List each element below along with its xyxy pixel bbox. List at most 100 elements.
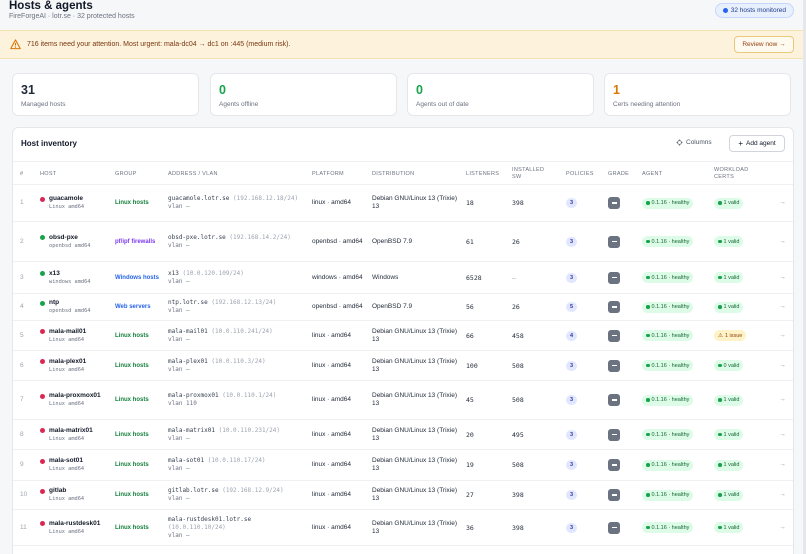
host-name[interactable]: obsd-pxe	[40, 234, 101, 242]
grade-badge[interactable]	[608, 197, 620, 209]
workload-cert-text: 1 valid	[723, 492, 740, 498]
host-cell[interactable]: mala-rustdesk01 Linux amd64	[40, 510, 101, 545]
grade-badge[interactable]	[608, 521, 620, 534]
group-link[interactable]: Linux hosts	[115, 351, 163, 380]
table-row[interactable]: 11 mala-rustdesk01 Linux amd64 Linux hosts m…	[13, 510, 793, 546]
row-open-arrow-icon[interactable]: →	[779, 450, 786, 480]
header-installed-sw[interactable]: Installed SW	[512, 162, 548, 186]
group-link[interactable]: Linux hosts	[115, 450, 163, 480]
table-row[interactable]: 1 guacamole Linux amd64 Linux hosts guacamol…	[13, 185, 793, 222]
row-open-arrow-icon[interactable]: →	[779, 262, 786, 293]
row-open-arrow-icon[interactable]: →	[779, 321, 786, 350]
host-cell[interactable]: obsd-pxe openbsd amd64	[40, 222, 101, 261]
table-row[interactable]: 3 x13 windows amd64 Windows hosts x13 (10.0.…	[13, 262, 793, 294]
group-link[interactable]: Linux hosts	[115, 420, 163, 449]
policies-badge[interactable]: 3	[566, 395, 578, 405]
host-name[interactable]: mala-rustdesk01	[40, 520, 101, 528]
table-row[interactable]: 6 mala-plex01 Linux amd64 Linux hosts mala-p…	[13, 351, 793, 381]
header-distribution[interactable]: Distribution	[372, 162, 414, 186]
row-open-arrow-icon[interactable]: →	[779, 381, 786, 419]
host-name[interactable]: mala-matrix01	[40, 427, 101, 435]
host-name[interactable]: x13	[40, 270, 101, 278]
add-agent-button[interactable]: + Add agent	[729, 135, 785, 152]
table-row[interactable]: 10 gitlab Linux amd64 Linux hosts gitlab.lot…	[13, 481, 793, 510]
grade-badge[interactable]	[608, 301, 620, 313]
row-open-arrow-icon[interactable]: →	[779, 222, 786, 261]
row-open-arrow-icon[interactable]: →	[779, 185, 786, 221]
host-cell[interactable]: mala-plex01 Linux amd64	[40, 351, 101, 380]
host-cell[interactable]: gitlab Linux amd64	[40, 481, 101, 509]
healthy-dot-icon	[646, 305, 650, 309]
columns-button[interactable]: Columns	[676, 139, 712, 146]
policies-badge[interactable]: 3	[566, 522, 578, 533]
row-open-arrow-icon[interactable]: →	[779, 420, 786, 449]
table-row[interactable]: 5 mala-mail01 Linux amd64 Linux hosts mala-m…	[13, 321, 793, 351]
policies-badge[interactable]: 3	[566, 198, 578, 208]
table-row[interactable]: 4 ntp openbsd amd64 Web servers ntp.lotr.se …	[13, 294, 793, 321]
grade-badge[interactable]	[608, 489, 620, 501]
policies-badge[interactable]: 4	[566, 330, 578, 341]
host-name[interactable]: guacamole	[40, 195, 101, 203]
policies-badge[interactable]: 3	[566, 460, 578, 470]
table-row[interactable]: 7 mala-proxmox01 Linux amd64 Linux hosts mal…	[13, 381, 793, 420]
header-workload-certs[interactable]: Workload certs	[714, 162, 760, 186]
group-link[interactable]: pf/ipf firewalls	[115, 222, 163, 261]
grade-badge[interactable]	[608, 271, 620, 284]
host-cell[interactable]: mala-matrix01 Linux amd64	[40, 420, 101, 449]
grade-badge[interactable]	[608, 235, 620, 248]
host-cell[interactable]: mala-proxmox01 Linux amd64	[40, 381, 101, 419]
policies-badge[interactable]: 5	[566, 302, 578, 312]
valid-dot-icon	[718, 363, 722, 368]
header-policies[interactable]: Policies	[566, 162, 594, 186]
group-link[interactable]: Linux hosts	[115, 510, 163, 545]
row-open-arrow-icon[interactable]: →	[779, 510, 786, 545]
review-now-button[interactable]: Review now →	[734, 36, 794, 53]
grade-badge[interactable]	[608, 428, 620, 441]
group-link[interactable]: Linux hosts	[115, 185, 163, 221]
grade-badge[interactable]	[608, 329, 620, 342]
fqdn: mala-proxmox01	[168, 392, 219, 399]
header-agent[interactable]: Agent	[642, 162, 662, 186]
host-cell[interactable]: guacamole Linux amd64	[40, 185, 101, 221]
policies-badge[interactable]: 3	[566, 272, 578, 283]
group-link[interactable]: Linux hosts	[115, 321, 163, 350]
policies-badge[interactable]: 3	[566, 429, 578, 440]
agent-status-text: 0.1.16 · healthy	[651, 462, 690, 468]
grade-badge[interactable]	[608, 394, 620, 406]
status-dot-icon	[40, 235, 45, 240]
group-link[interactable]: Windows hosts	[115, 262, 163, 293]
header-listeners[interactable]: Listeners	[466, 162, 499, 186]
header-platform[interactable]: Platform	[312, 162, 344, 186]
policies-badge[interactable]: 3	[566, 490, 578, 500]
row-open-arrow-icon[interactable]: →	[779, 481, 786, 509]
host-cell[interactable]: ntp openbsd amd64	[40, 294, 101, 320]
group-link[interactable]: Linux hosts	[115, 481, 163, 509]
group-link[interactable]: Web servers	[115, 294, 163, 320]
attention-alert: 716 items need your attention. Most urge…	[0, 30, 806, 59]
policies-badge[interactable]: 3	[566, 236, 578, 247]
header-address[interactable]: Address / VLAN	[168, 162, 218, 186]
row-open-arrow-icon[interactable]: →	[779, 351, 786, 380]
gear-icon	[676, 139, 683, 146]
table-row[interactable]: 9 mala-sot01 Linux amd64 Linux hosts mala-so…	[13, 450, 793, 481]
header-grade[interactable]: Grade	[608, 162, 629, 186]
row-open-arrow-icon[interactable]: →	[779, 294, 786, 320]
host-name[interactable]: mala-mail01	[40, 328, 101, 336]
header-group[interactable]: Group	[115, 162, 137, 186]
host-cell[interactable]: mala-sot01 Linux amd64	[40, 450, 101, 480]
header-host[interactable]: Host	[40, 162, 56, 186]
table-row[interactable]: 2 obsd-pxe openbsd amd64 pf/ipf firewalls ob…	[13, 222, 793, 262]
host-cell[interactable]: mala-mail01 Linux amd64	[40, 321, 101, 350]
host-name[interactable]: mala-plex01	[40, 358, 101, 366]
host-name[interactable]: mala-sot01	[40, 457, 101, 465]
grade-badge[interactable]	[608, 459, 620, 471]
group-link[interactable]: Linux hosts	[115, 381, 163, 419]
host-name[interactable]: mala-proxmox01	[40, 392, 101, 400]
host-name[interactable]: ntp	[40, 299, 101, 307]
policies-badge[interactable]: 3	[566, 360, 578, 371]
page-title: Hosts & agents	[9, 0, 93, 12]
host-cell[interactable]: x13 windows amd64	[40, 262, 101, 293]
table-row[interactable]: 8 mala-matrix01 Linux amd64 Linux hosts mala…	[13, 420, 793, 450]
grade-badge[interactable]	[608, 359, 620, 372]
host-name[interactable]: gitlab	[40, 487, 101, 495]
